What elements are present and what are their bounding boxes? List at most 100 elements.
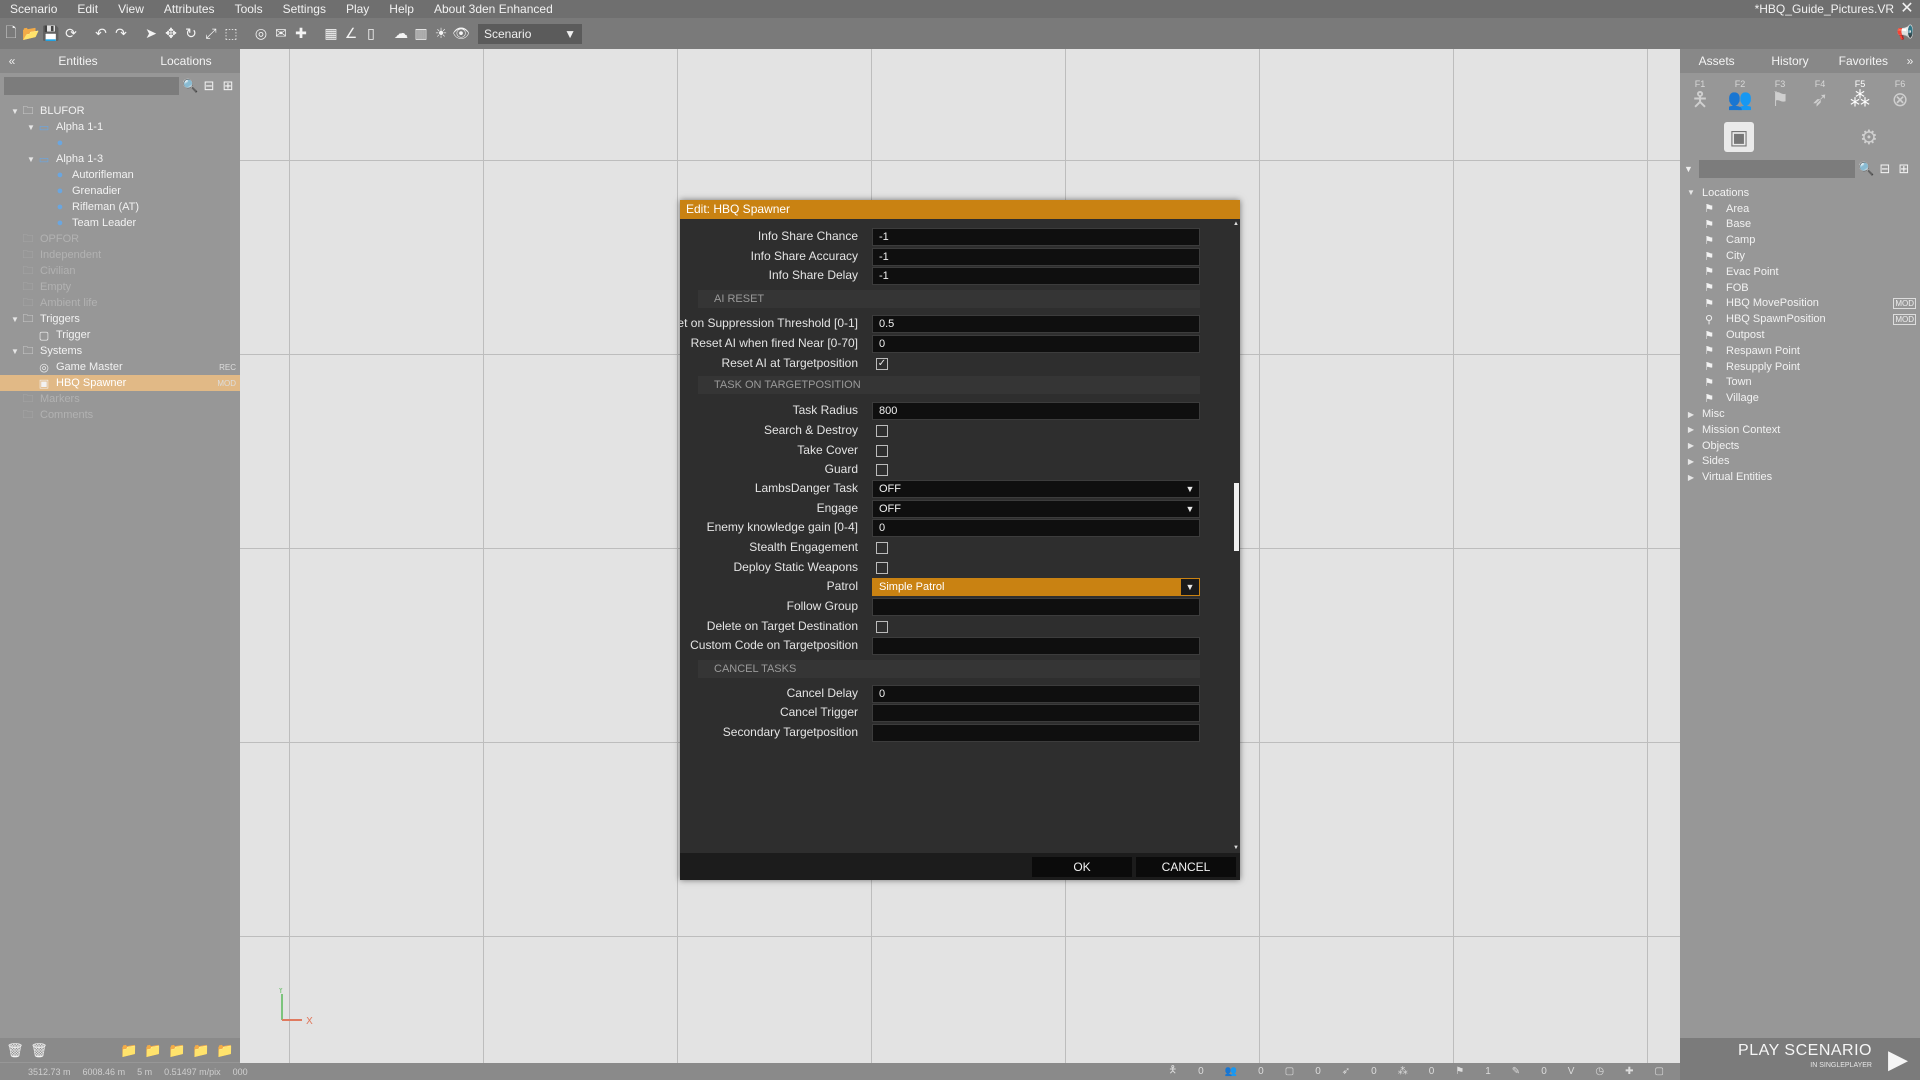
asset-mode-f2[interactable]: F2 👥 — [1724, 79, 1756, 111]
attr-input-reset-on-suppression-threshold-0-1[interactable]: 0.5 — [872, 315, 1200, 333]
snap-surface-icon[interactable]: ✉ — [272, 24, 290, 44]
compass-icon[interactable]: ◷ — [1595, 1066, 1604, 1077]
tab-favorites[interactable]: Favorites — [1827, 49, 1900, 73]
chevron-right-icon[interactable]: ▶ — [1680, 457, 1702, 466]
attr-checkbox-search-destroy[interactable] — [876, 425, 888, 437]
asset-mode-f4[interactable]: F4 ➶ — [1804, 79, 1836, 111]
attr-input-custom-code-on-targetposition[interactable] — [872, 637, 1200, 655]
notification-icon[interactable]: 📢 — [1897, 24, 1914, 41]
grid-icon[interactable]: ▦ — [322, 24, 340, 44]
attr-input-info-share-chance[interactable]: -1 — [872, 228, 1200, 246]
attr-input-enemy-knowledge-gain-0-4[interactable]: 0 — [872, 519, 1200, 537]
asset-item[interactable]: ⚑ Area — [1680, 201, 1920, 217]
menu-about-3den-enhanced[interactable]: About 3den Enhanced — [424, 0, 563, 18]
lighting-icon[interactable]: ☀ — [432, 24, 450, 44]
map-textures-icon[interactable]: ▥ — [412, 24, 430, 44]
attr-dropdown-lambsdanger-task[interactable]: OFF ▼ — [872, 480, 1200, 498]
dialog-scrollbar[interactable]: ▲ ▼ — [1233, 221, 1239, 851]
asset-category[interactable]: ▶ Objects — [1680, 438, 1920, 454]
attr-input-info-share-delay[interactable]: -1 — [872, 267, 1200, 285]
chevron-down-icon[interactable]: ▼ — [10, 107, 20, 116]
add-folder-icon[interactable]: 📁 — [144, 1042, 162, 1059]
chevron-down-icon[interactable]: ▼ — [1684, 164, 1696, 174]
expand-all-icon[interactable]: ⊞ — [220, 78, 236, 94]
tree-item[interactable]: 🗀 Ambient life — [0, 295, 240, 311]
modules-subcategory-icon[interactable]: ▣ — [1724, 122, 1754, 152]
search-icon[interactable]: 🔍 — [182, 78, 198, 94]
layer-icon[interactable]: 📁 — [168, 1042, 186, 1059]
asset-item[interactable]: ⚑ Base — [1680, 217, 1920, 233]
visibility-icon[interactable]: 📁 — [216, 1042, 234, 1059]
search-icon[interactable]: 🔍 — [1858, 161, 1874, 177]
collapse-all-icon[interactable]: ⊟ — [1877, 161, 1893, 177]
scenario-dropdown[interactable]: Scenario ▼ — [478, 23, 582, 44]
angle-snap-icon[interactable]: ∠ — [342, 24, 360, 44]
tree-item[interactable]: ● Team Leader — [0, 215, 240, 231]
close-icon[interactable]: ✕ — [1898, 0, 1916, 18]
chevron-down-icon[interactable]: ▼ — [10, 315, 20, 324]
cancel-button[interactable]: CANCEL — [1136, 857, 1236, 877]
delete-all-icon[interactable]: 🗑 — [30, 1042, 48, 1059]
assets-search-input[interactable] — [1699, 160, 1855, 178]
asset-item[interactable]: ⚑ Village — [1680, 390, 1920, 406]
chevron-right-icon[interactable]: ▶ — [1680, 441, 1702, 450]
tab-history[interactable]: History — [1753, 49, 1826, 73]
menu-attributes[interactable]: Attributes — [154, 0, 225, 18]
vertical-mode-icon[interactable]: ✚ — [292, 24, 310, 44]
new-folder-icon[interactable]: 📁 — [120, 1042, 138, 1059]
tree-item[interactable]: ◎ Game Master REC — [0, 359, 240, 375]
scroll-up-icon[interactable]: ▲ — [1233, 221, 1239, 227]
scrollbar-thumb[interactable] — [1234, 483, 1239, 551]
attr-checkbox-deploy-static-weapons[interactable] — [876, 562, 888, 574]
attr-input-task-radius[interactable]: 800 — [872, 402, 1200, 420]
asset-mode-f1[interactable]: F1 🯅 — [1684, 79, 1716, 111]
asset-category[interactable]: ▶ Mission Context — [1680, 422, 1920, 438]
chevron-down-icon[interactable]: ▼ — [1181, 501, 1199, 517]
tree-item[interactable]: ▢ Trigger — [0, 327, 240, 343]
tree-item[interactable]: ▣ HBQ Spawner MOD — [0, 375, 240, 391]
menu-play[interactable]: Play — [336, 0, 379, 18]
tree-item[interactable]: 🗀 Empty — [0, 279, 240, 295]
tree-item[interactable]: 🗀 Comments — [0, 407, 240, 423]
attr-input-secondary-targetposition[interactable] — [872, 724, 1200, 742]
menu-help[interactable]: Help — [379, 0, 424, 18]
asset-item[interactable]: ⚑ Evac Point — [1680, 264, 1920, 280]
tree-item[interactable]: ● Autorifleman — [0, 167, 240, 183]
undo-icon[interactable]: ↶ — [92, 24, 110, 44]
asset-category[interactable]: ▶ Misc — [1680, 406, 1920, 422]
chevron-down-icon[interactable]: ▼ — [1181, 481, 1199, 497]
tree-item[interactable]: ▼ ▭ Alpha 1-3 — [0, 151, 240, 167]
chevron-down-icon[interactable]: ▼ — [1680, 188, 1702, 197]
attr-input-cancel-trigger[interactable] — [872, 704, 1200, 722]
scale-icon[interactable]: ⤢ — [202, 24, 220, 44]
ok-button[interactable]: OK — [1032, 857, 1132, 877]
weather-icon[interactable]: ☁ — [392, 24, 410, 44]
entities-search-input[interactable] — [4, 77, 180, 95]
asset-item[interactable]: ⚑ FOB — [1680, 280, 1920, 296]
tree-item[interactable]: 🗀 Markers — [0, 391, 240, 407]
asset-category[interactable]: ▼ Locations — [1680, 185, 1920, 201]
asset-mode-f3[interactable]: F3 ⚑ — [1764, 79, 1796, 111]
translate-icon[interactable]: ✥ — [162, 24, 180, 44]
new-file-icon[interactable]: 🗋 — [2, 24, 20, 44]
play-scenario-button[interactable]: PLAY SCENARIO IN SINGLEPLAYER ▶ — [1680, 1038, 1920, 1080]
tree-item[interactable]: ● Grenadier — [0, 183, 240, 199]
tab-locations[interactable]: Locations — [132, 49, 240, 73]
attr-checkbox-reset-ai-at-targetposition[interactable]: ✓ — [876, 358, 888, 370]
tree-item[interactable]: 🗀 OPFOR — [0, 231, 240, 247]
collapse-panel-icon[interactable]: « — [0, 54, 24, 68]
redo-icon[interactable]: ↷ — [112, 24, 130, 44]
tab-entities[interactable]: Entities — [24, 49, 132, 73]
attr-dropdown-patrol[interactable]: Simple Patrol ▼ — [872, 578, 1200, 596]
attr-checkbox-delete-on-target-destination[interactable] — [876, 621, 888, 633]
chevron-down-icon[interactable]: ▼ — [26, 155, 36, 164]
area-select-icon[interactable]: ⬚ — [222, 24, 240, 44]
tree-item[interactable]: ▼ 🗀 Systems — [0, 343, 240, 359]
menu-scenario[interactable]: Scenario — [0, 0, 67, 18]
tree-item[interactable]: ● Rifleman (AT) — [0, 199, 240, 215]
attr-input-reset-ai-when-fired-near-0-70[interactable]: 0 — [872, 335, 1200, 353]
globe-icon[interactable]: ◎ — [252, 24, 270, 44]
expand-all-icon[interactable]: ⊞ — [1896, 161, 1912, 177]
asset-item[interactable]: ⚑ Respawn Point — [1680, 343, 1920, 359]
asset-item[interactable]: ⚑ HBQ MovePosition MOD — [1680, 296, 1920, 312]
